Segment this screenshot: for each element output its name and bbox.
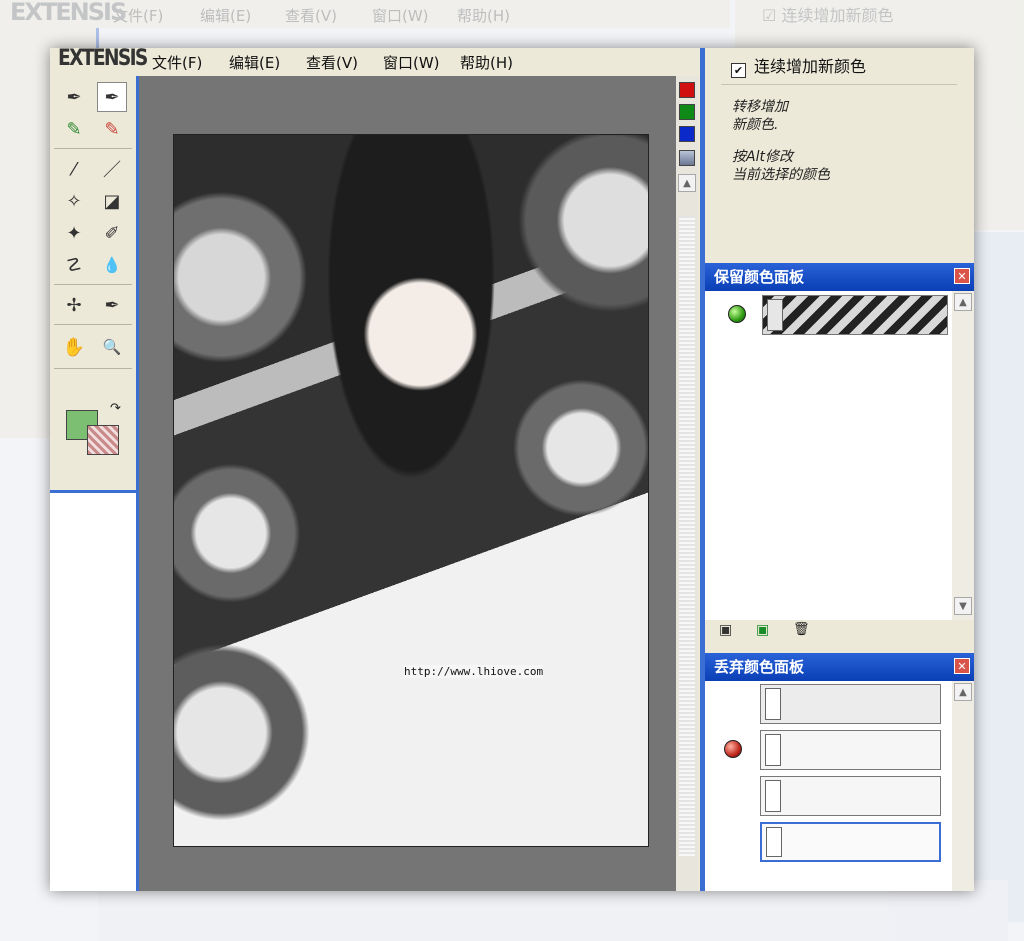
extensis-window: EXTENSIS 文件(F) 编辑(E) 查看(V) 窗口(W) 帮助(H) ✒… (50, 48, 974, 891)
options-pane: ✔ 连续增加新颜色 转移增加 新颜色. 按Alt修改 当前选择的颜色 (705, 48, 974, 263)
ghost-menu-view: 查看(V) (285, 7, 337, 25)
eyedropper-selected-icon[interactable]: ✒ (97, 82, 127, 112)
add-color-icon[interactable]: ▣ (756, 622, 769, 638)
ghost-menu-file: 文件(F) (113, 7, 164, 25)
pen-star-icon[interactable]: ✢ (59, 290, 89, 320)
discard-panel-close-icon[interactable]: ✕ (954, 658, 970, 674)
new-color-icon[interactable]: ▣ (719, 622, 732, 638)
magic-fill-icon[interactable]: ✧ (59, 186, 89, 216)
discard-panel-title: 丢弃颜色面板 (705, 653, 974, 681)
photo-url-text: http://www.lhiove.com (404, 665, 544, 678)
red-chip[interactable] (679, 82, 695, 98)
discard-swatch-3[interactable] (760, 776, 941, 816)
discard-scroll-up[interactable]: ▲ (954, 683, 972, 701)
smudge-icon[interactable]: ☡ (59, 250, 89, 280)
menu-bar: 文件(F) 编辑(E) 查看(V) 窗口(W) 帮助(H) (140, 48, 708, 76)
keep-indicator-icon (728, 305, 746, 323)
canvas-area: http://www.lhiove.com (139, 76, 676, 891)
menu-file[interactable]: 文件(F) (152, 52, 202, 73)
discard-swatch-2[interactable] (760, 730, 941, 770)
tool-options-blank (50, 493, 139, 891)
menu-help[interactable]: 帮助(H) (460, 52, 513, 73)
toolbox-divider (54, 368, 132, 369)
eyedropper-icon[interactable]: ✒ (59, 82, 89, 112)
ghost-menu-help: 帮助(H) (457, 7, 510, 25)
checkbox-icon[interactable]: ✔ (731, 63, 746, 78)
menu-edit[interactable]: 编辑(E) (229, 52, 280, 73)
toolbox-divider (54, 324, 132, 325)
photo-canvas[interactable]: http://www.lhiove.com (173, 134, 649, 847)
keep-panel-title: 保留颜色面板 (705, 263, 974, 291)
hint-alt-modify: 按Alt修改 当前选择的颜色 (732, 149, 830, 183)
blue-chip[interactable] (679, 126, 695, 142)
red-marker-icon[interactable]: ✎ (97, 114, 127, 144)
keep-scroll-down[interactable]: ▼ (954, 597, 972, 615)
ghost-panels (972, 232, 1024, 922)
brush-icon[interactable]: ／ (97, 154, 127, 184)
continuous-add-checkbox[interactable]: ✔ 连续增加新颜色 (731, 53, 866, 78)
keep-scroll-up[interactable]: ▲ (954, 293, 972, 311)
scroll-track[interactable] (679, 216, 695, 856)
ghost-menu-edit: 编辑(E) (200, 7, 252, 25)
delete-icon[interactable]: 🗑 (793, 622, 810, 637)
keep-color-swatch[interactable] (762, 295, 948, 335)
toolbox-divider (54, 284, 132, 285)
keep-color-panel: 保留颜色面板 ✕ ▲ ▼ ▣ ▣ 🗑 (705, 263, 974, 648)
toolbox-divider (54, 148, 132, 149)
magic-brush-icon[interactable]: ⁄ (59, 154, 89, 184)
ghost-menubar: 文件(F) 编辑(E) 查看(V) 窗口(W) 帮助(H) (0, 0, 730, 28)
ghost-logo: EXTENSIS (10, 0, 127, 26)
canvas-scrollbar[interactable]: ▲ (676, 76, 698, 891)
drop-icon[interactable]: 💧 (97, 250, 127, 280)
scroll-up-button[interactable]: ▲ (678, 174, 696, 192)
eraser-pencil-icon[interactable]: ✐ (97, 218, 127, 248)
green-marker-icon[interactable]: ✎ (59, 114, 89, 144)
discard-swatch-4[interactable] (760, 822, 941, 862)
gray-chip[interactable] (679, 150, 695, 166)
keep-panel-footer: ▣ ▣ 🗑 (705, 620, 974, 648)
options-divider (721, 84, 957, 85)
ghost-menu-window: 窗口(W) (372, 7, 429, 25)
discard-swatch-1[interactable] (760, 684, 941, 724)
menu-view[interactable]: 查看(V) (306, 52, 358, 73)
toolbox: ✒ ✒ ✎ ✎ ⁄ ／ ✧ ◪ ✦ ✐ ☡ 💧 ✢ ✒ ✋ 🔍 ↷ (50, 76, 139, 493)
hand-icon[interactable]: ✋ (59, 332, 89, 362)
zoom-icon[interactable]: 🔍 (97, 332, 127, 362)
magic-wand-icon[interactable]: ✦ (59, 218, 89, 248)
discard-indicator-icon (724, 740, 742, 758)
ghost-checkbox-label: ☑ 连续增加新颜色 (762, 6, 894, 25)
continuous-add-label: 连续增加新颜色 (754, 57, 867, 76)
discard-panel-scrollbar[interactable]: ▲ (952, 681, 974, 891)
keep-panel-close-icon[interactable]: ✕ (954, 268, 970, 284)
green-chip[interactable] (679, 104, 695, 120)
hint-shift-add: 转移增加 新颜色. (732, 99, 788, 133)
discard-color-panel: 丢弃颜色面板 ✕ ▲ (705, 653, 974, 891)
keep-panel-scrollbar[interactable]: ▲ ▼ (952, 291, 974, 620)
extensis-logo: EXTENSIS (58, 48, 148, 71)
background-color-swatch[interactable] (87, 425, 119, 455)
menu-window[interactable]: 窗口(W) (383, 52, 440, 73)
fill-bucket-icon[interactable]: ◪ (97, 186, 127, 216)
swap-colors-icon[interactable]: ↷ (110, 401, 121, 416)
pen-nib-icon[interactable]: ✒ (97, 290, 127, 320)
